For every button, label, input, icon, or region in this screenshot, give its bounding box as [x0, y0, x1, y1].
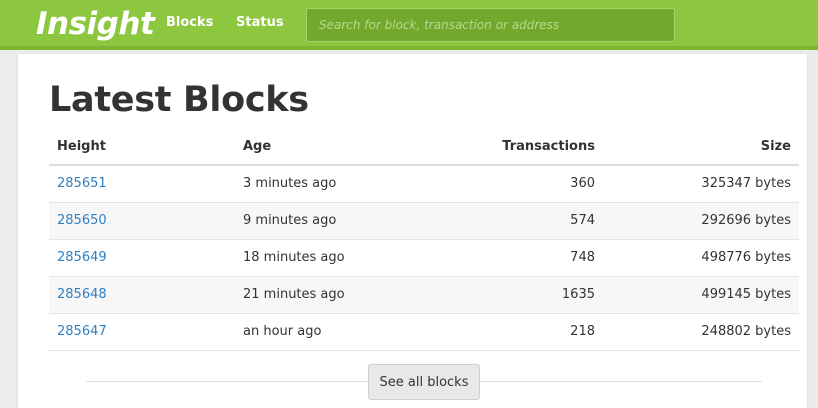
see-all-blocks-button[interactable]: See all blocks [368, 364, 480, 400]
column-header-size: Size [603, 129, 799, 166]
block-transactions: 360 [435, 165, 603, 203]
block-height-link[interactable]: 285648 [57, 287, 107, 302]
block-height-link[interactable]: 285647 [57, 324, 107, 339]
search-input[interactable] [306, 8, 675, 42]
block-size: 248802 bytes [603, 313, 799, 351]
column-header-age: Age [235, 129, 435, 166]
block-age: 9 minutes ago [235, 202, 435, 240]
block-transactions: 218 [435, 313, 603, 351]
table-row: 285647 an hour ago 218 248802 bytes [49, 313, 799, 351]
block-size: 292696 bytes [603, 202, 799, 240]
block-age: 18 minutes ago [235, 239, 435, 277]
table-row: 285650 9 minutes ago 574 292696 bytes [49, 202, 799, 240]
table-row: 285648 21 minutes ago 1635 499145 bytes [49, 276, 799, 314]
nav-link-blocks[interactable]: Blocks [166, 15, 213, 30]
column-header-transactions: Transactions [435, 129, 603, 166]
block-size: 498776 bytes [603, 239, 799, 277]
table-row: 285651 3 minutes ago 360 325347 bytes [49, 165, 799, 203]
block-height-link[interactable]: 285649 [57, 250, 107, 265]
table-header-row: Height Age Transactions Size [49, 129, 799, 166]
block-transactions: 574 [435, 202, 603, 240]
block-size: 499145 bytes [603, 276, 799, 314]
block-transactions: 1635 [435, 276, 603, 314]
block-age: 21 minutes ago [235, 276, 435, 314]
block-age: an hour ago [235, 313, 435, 351]
block-transactions: 748 [435, 239, 603, 277]
brand-logo[interactable]: Insight [36, 4, 155, 44]
latest-blocks-table: Height Age Transactions Size 285651 3 mi… [49, 129, 799, 351]
page-title: Latest Blocks [49, 80, 309, 120]
block-height-link[interactable]: 285650 [57, 213, 107, 228]
table-row: 285649 18 minutes ago 748 498776 bytes [49, 239, 799, 277]
top-navbar: Insight Blocks Status [0, 0, 818, 50]
block-size: 325347 bytes [603, 165, 799, 203]
column-header-height: Height [49, 129, 235, 166]
block-height-link[interactable]: 285651 [57, 176, 107, 191]
block-age: 3 minutes ago [235, 165, 435, 203]
nav-link-status[interactable]: Status [236, 15, 284, 30]
